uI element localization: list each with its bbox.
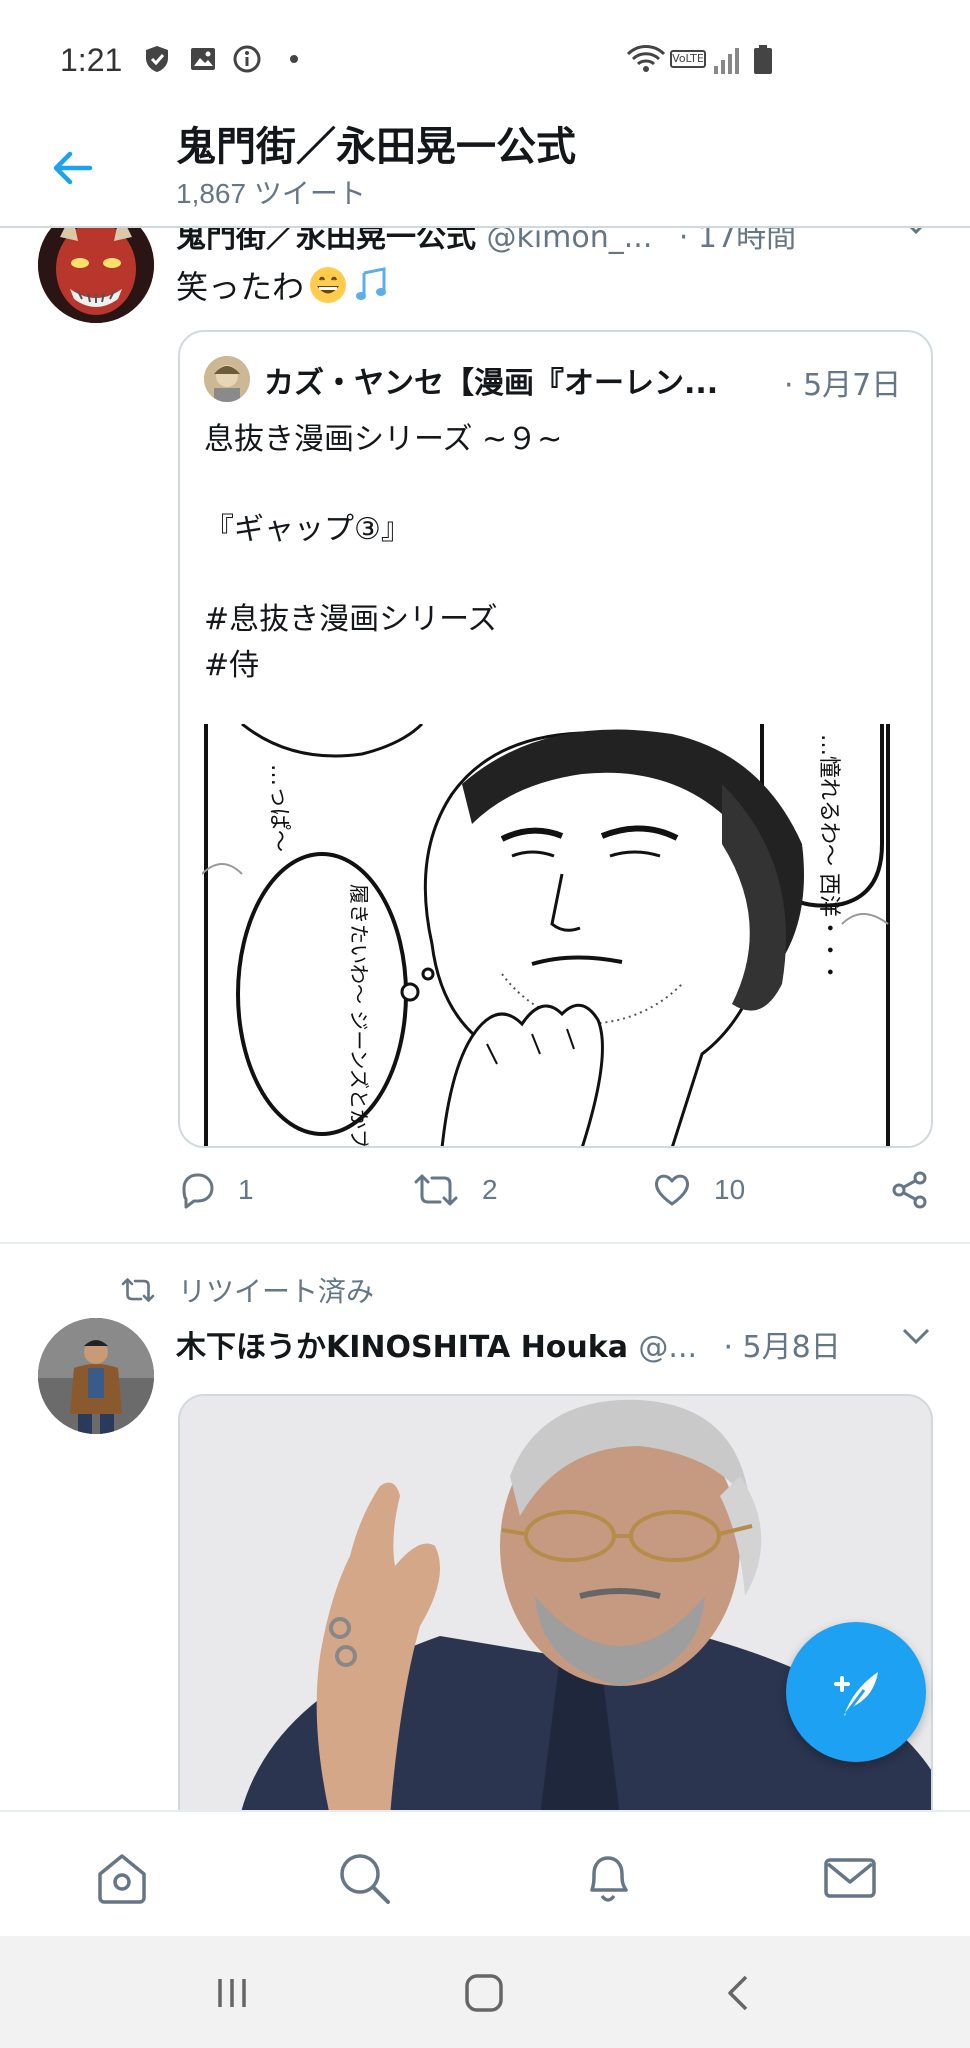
arrow-left-icon <box>53 151 93 185</box>
nav-messages[interactable] <box>820 1848 880 1908</box>
messages-icon <box>824 1858 876 1898</box>
status-bar: 1:21 VoLTE <box>0 0 970 120</box>
tweet-actions: 1 2 10 <box>176 1170 946 1220</box>
header-divider <box>0 226 970 228</box>
status-time: 1:21 <box>60 42 123 78</box>
bubble-text-left: 履きたいわ〜 ジーンズとかブーツ ってやつ… <box>347 884 371 1148</box>
author-name: 木下ほうかKINOSHITA Houka <box>176 1330 628 1365</box>
home-button-icon <box>465 1974 503 2012</box>
retweet-icon <box>121 1278 155 1302</box>
bottom-navigation <box>0 1810 970 1936</box>
quoted-date: · 5月7日 <box>784 368 902 403</box>
chevron-down-icon[interactable] <box>900 1326 932 1346</box>
tweet-text-content: 笑ったわ <box>176 268 305 306</box>
heart-icon <box>654 1174 690 1206</box>
quoted-line: #侍 <box>204 648 260 683</box>
retweet-icon <box>414 1174 458 1206</box>
signal-icon <box>714 48 739 74</box>
nav-home[interactable] <box>92 1848 152 1908</box>
quoted-tweet[interactable]: カズ・ヤンセ【漫画『オーレン... · 5月7日 息抜き漫画シリーズ ~９~ 『… <box>178 330 933 1148</box>
nav-notifications[interactable] <box>578 1848 638 1908</box>
retweet-label: リツイート済み <box>178 1275 375 1308</box>
quoted-line: 息抜き漫画シリーズ ~９~ <box>204 422 563 457</box>
page-title: 鬼門街／永田晃一公式 <box>176 124 576 170</box>
quoted-avatar-image <box>204 356 250 402</box>
grinning-face-emoji <box>310 267 347 303</box>
like-button[interactable]: 10 <box>652 1170 745 1210</box>
compose-tweet-button[interactable] <box>786 1622 926 1762</box>
quoted-avatar <box>204 356 250 402</box>
nav-search[interactable] <box>334 1848 394 1908</box>
image-icon <box>191 48 215 70</box>
recents-icon <box>218 1979 246 2007</box>
author-handle: @... <box>638 1330 698 1365</box>
shield-icon <box>146 46 168 72</box>
avatar-image <box>38 1318 154 1434</box>
manga-illustration: …っぱ〜 …憧れるわ〜 西洋・・・ 履きたいわ〜 ジーンズとかブーツ ってやつ… <box>201 722 894 1148</box>
reply-icon <box>182 1173 214 1209</box>
back-icon <box>728 1975 748 2011</box>
notifications-icon <box>590 1856 628 1902</box>
battery-icon <box>754 45 772 74</box>
share-icon <box>892 1171 927 1209</box>
quoted-line: 『ギャップ③』 <box>204 512 411 547</box>
tweet-date: · 5月8日 <box>723 1330 841 1365</box>
profile-header: 鬼門街／永田晃一公式 1,867 ツイート <box>0 120 970 228</box>
avatar[interactable] <box>38 1318 154 1434</box>
back-system-button[interactable] <box>708 1968 768 2018</box>
wifi-icon <box>626 45 666 72</box>
info-icon <box>233 45 261 73</box>
recents-button[interactable] <box>202 1968 262 2018</box>
volte-icon: VoLTE <box>670 50 706 68</box>
tweet-count: 1,867 ツイート <box>176 178 366 209</box>
retweet-button[interactable]: 2 <box>412 1170 498 1210</box>
manga-image[interactable]: …っぱ〜 …憧れるわ〜 西洋・・・ 履きたいわ〜 ジーンズとかブーツ ってやつ… <box>201 722 894 1148</box>
reply-button[interactable]: 1 <box>176 1170 254 1210</box>
tweet-author-line[interactable]: 木下ほうかKINOSHITA Houka @... · 5月8日 <box>176 1322 841 1366</box>
tweet-divider <box>0 1242 970 1244</box>
quoted-author: カズ・ヤンセ【漫画『オーレン... <box>264 366 719 401</box>
reply-count: 1 <box>238 1174 254 1205</box>
quoted-line: #息抜き漫画シリーズ <box>204 602 498 637</box>
search-icon <box>340 1854 390 1904</box>
like-count: 10 <box>714 1174 746 1205</box>
share-button[interactable] <box>890 1170 930 1210</box>
compose-feather-icon <box>834 1672 878 1716</box>
back-button[interactable] <box>44 140 100 196</box>
dot-icon <box>290 55 298 63</box>
home-icon <box>98 1854 146 1904</box>
home-button[interactable] <box>454 1968 514 2018</box>
retweeted-indicator: リツイート済み <box>120 1270 374 1310</box>
system-navigation <box>0 1936 970 2048</box>
musical-notes-emoji <box>356 267 387 300</box>
tweet-text: 笑ったわ <box>176 262 392 308</box>
bubble-text-right: …憧れるわ〜 西洋・・・ <box>816 734 841 983</box>
retweet-count: 2 <box>482 1174 498 1205</box>
bubble-text-top-left: …っぱ〜 <box>266 764 291 852</box>
